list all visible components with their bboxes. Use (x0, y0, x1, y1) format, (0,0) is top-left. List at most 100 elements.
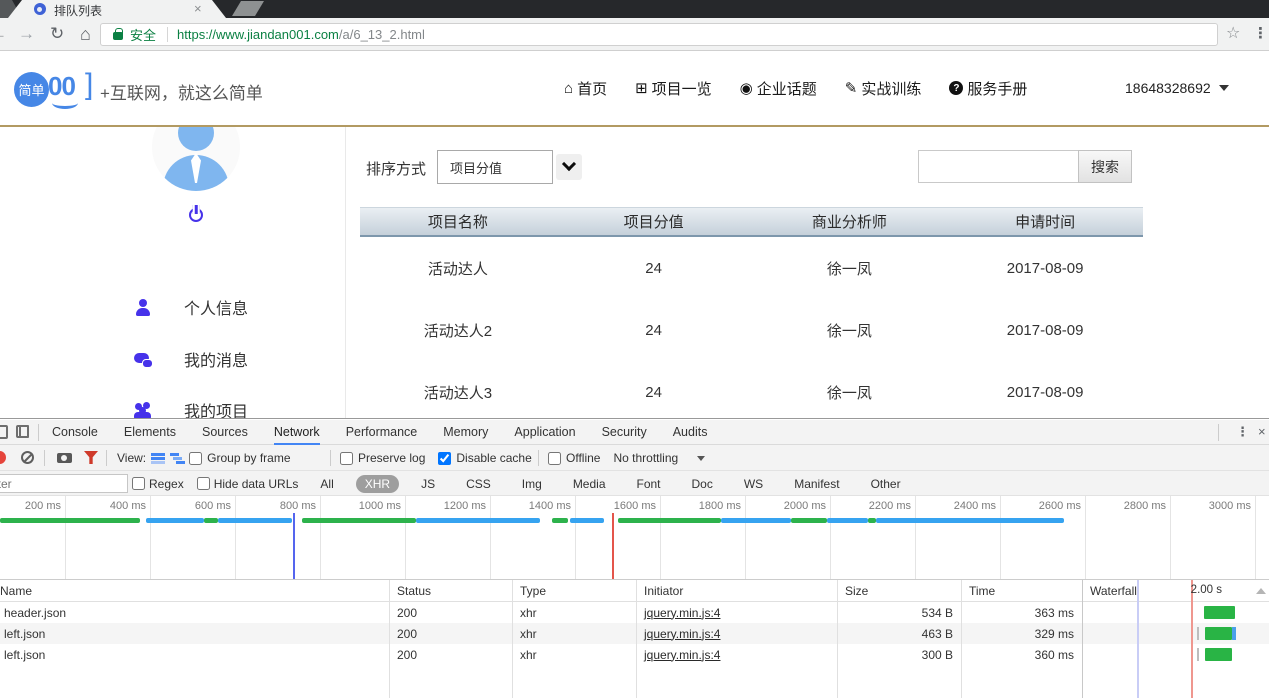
chevron-down-icon[interactable] (697, 456, 705, 461)
request-name[interactable]: left.json (0, 648, 389, 662)
record-button[interactable] (0, 451, 6, 464)
tab-sources[interactable]: Sources (202, 420, 248, 445)
list-view-icon[interactable] (151, 453, 165, 464)
filter-type-font[interactable]: Font (628, 475, 670, 493)
preserve-log-label[interactable]: Preserve log (358, 451, 425, 465)
filter-type-media[interactable]: Media (564, 475, 615, 493)
browser-menu-icon[interactable]: ⋮ (1253, 23, 1268, 45)
column-status[interactable]: Status (389, 584, 512, 598)
filter-type-ws[interactable]: WS (735, 475, 772, 493)
sidebar-item-messages[interactable]: 我的消息 (134, 347, 248, 371)
column-size[interactable]: Size (837, 584, 961, 598)
request-status: 200 (389, 606, 512, 620)
screenshot-camera-icon[interactable] (57, 453, 72, 463)
account-phone-dropdown[interactable]: 18648328692 (1125, 51, 1229, 125)
devtools-menu-icon[interactable]: ⋮ (1236, 424, 1249, 440)
sidebar-item-profile[interactable]: 个人信息 (134, 295, 248, 319)
tab-application[interactable]: Application (514, 420, 575, 445)
regex-label[interactable]: Regex (149, 477, 184, 491)
disable-cache-label[interactable]: Disable cache (456, 451, 531, 465)
hide-data-urls-checkbox[interactable] (197, 477, 210, 490)
inspect-element-icon[interactable] (0, 425, 8, 439)
tab-close-icon[interactable]: × (194, 1, 202, 16)
tab-audits[interactable]: Audits (673, 420, 708, 445)
nav-item-training[interactable]: ✎ 实战训练 (845, 78, 922, 99)
home-button[interactable]: ⌂ (80, 23, 91, 45)
back-button[interactable]: ← (0, 23, 7, 45)
tab-network[interactable]: Network (274, 420, 320, 445)
request-type: xhr (512, 648, 636, 662)
filter-funnel-icon[interactable] (84, 451, 98, 464)
device-toolbar-icon[interactable] (16, 425, 29, 438)
tab-security[interactable]: Security (602, 420, 647, 445)
cell-analyst: 徐一凤 (752, 320, 948, 341)
filter-type-xhr[interactable]: XHR (356, 475, 399, 493)
filter-type-other[interactable]: Other (862, 475, 910, 493)
disable-cache-checkbox[interactable] (438, 452, 451, 465)
new-tab-button[interactable] (232, 1, 264, 16)
filter-input[interactable] (0, 474, 128, 493)
column-time[interactable]: Time (961, 584, 1082, 598)
offline-label[interactable]: Offline (566, 451, 600, 465)
nav-item-manual[interactable]: ? 服务手册 (949, 78, 1027, 99)
request-name[interactable]: header.json (0, 606, 389, 620)
initiator-link[interactable]: jquery.min.js:4 (644, 627, 720, 641)
request-name[interactable]: left.json (0, 627, 389, 641)
network-overview-ruler[interactable]: 200 ms400 ms600 ms800 ms1000 ms1200 ms14… (0, 496, 1269, 580)
offline-checkbox[interactable] (548, 452, 561, 465)
overview-segment (876, 518, 1064, 523)
filter-type-all[interactable]: All (311, 475, 342, 493)
hide-data-urls-label[interactable]: Hide data URLs (214, 477, 299, 491)
sort-select[interactable]: 项目分值 (437, 150, 553, 184)
ruler-gridline (830, 496, 831, 580)
column-type[interactable]: Type (512, 584, 636, 598)
regex-checkbox[interactable] (132, 477, 145, 490)
throttling-dropdown[interactable]: No throttling (613, 451, 678, 465)
nav-item-home[interactable]: ⌂ 首页 (564, 78, 607, 99)
nav-label: 服务手册 (967, 78, 1027, 99)
waterfall-view-icon[interactable] (170, 453, 184, 464)
refresh-button[interactable]: ↻ (50, 23, 64, 45)
group-by-frame-checkbox[interactable] (189, 452, 202, 465)
tab-memory[interactable]: Memory (443, 420, 488, 445)
network-table-header: Name Status Type Initiator Size Time Wat… (0, 580, 1269, 602)
tab-console[interactable]: Console (52, 420, 98, 445)
filter-type-css[interactable]: CSS (457, 475, 500, 493)
column-initiator[interactable]: Initiator (636, 584, 837, 598)
ruler-tick-label: 2000 ms (754, 500, 826, 512)
filter-type-manifest[interactable]: Manifest (785, 475, 848, 493)
initiator-link[interactable]: jquery.min.js:4 (644, 648, 720, 662)
network-toolbar: View: Group by frame Preserve log Disabl… (0, 445, 1269, 471)
request-row[interactable]: left.json 200 xhr jquery.min.js:4 300 B … (0, 644, 1269, 665)
column-waterfall[interactable]: Waterfall (1082, 584, 1269, 598)
filter-type-img[interactable]: Img (513, 475, 551, 493)
group-by-frame-label[interactable]: Group by frame (207, 451, 290, 465)
nav-item-projects[interactable]: ⊞ 项目一览 (635, 78, 712, 99)
preserve-log-checkbox[interactable] (340, 452, 353, 465)
filter-type-js[interactable]: JS (412, 475, 444, 493)
column-name[interactable]: Name (0, 584, 389, 598)
search-button[interactable]: 搜索 (1078, 150, 1132, 183)
initiator-link[interactable]: jquery.min.js:4 (644, 606, 720, 620)
ruler-tick-label: 200 ms (0, 500, 61, 512)
sort-arrow-icon[interactable] (1256, 588, 1266, 594)
forward-button[interactable]: → (18, 23, 35, 45)
site-logo[interactable]: 简单 (14, 72, 49, 107)
clear-icon[interactable] (21, 451, 34, 464)
devtools-close-icon[interactable]: × (1258, 424, 1266, 439)
request-row[interactable]: header.json 200 xhr jquery.min.js:4 534 … (0, 602, 1269, 623)
sidebar-item-projects[interactable]: 我的项目 (134, 398, 248, 418)
browser-tab[interactable]: 排队列表 × (8, 0, 226, 18)
address-bar[interactable]: 安全 https://www.jiandan001.com /a/6_13_2.… (100, 23, 1218, 46)
request-time: 363 ms (961, 606, 1082, 620)
nav-item-topics[interactable]: ◉ 企业话题 (740, 78, 817, 99)
filter-type-doc[interactable]: Doc (683, 475, 722, 493)
tab-elements[interactable]: Elements (124, 420, 176, 445)
phone-number: 18648328692 (1125, 80, 1211, 96)
tab-performance[interactable]: Performance (346, 420, 418, 445)
request-row[interactable]: left.json 200 xhr jquery.min.js:4 463 B … (0, 623, 1269, 644)
bookmark-star-icon[interactable]: ☆ (1226, 23, 1240, 45)
ruler-gridline (745, 496, 746, 580)
logout-power-icon[interactable] (189, 208, 203, 222)
search-input[interactable] (918, 150, 1079, 183)
